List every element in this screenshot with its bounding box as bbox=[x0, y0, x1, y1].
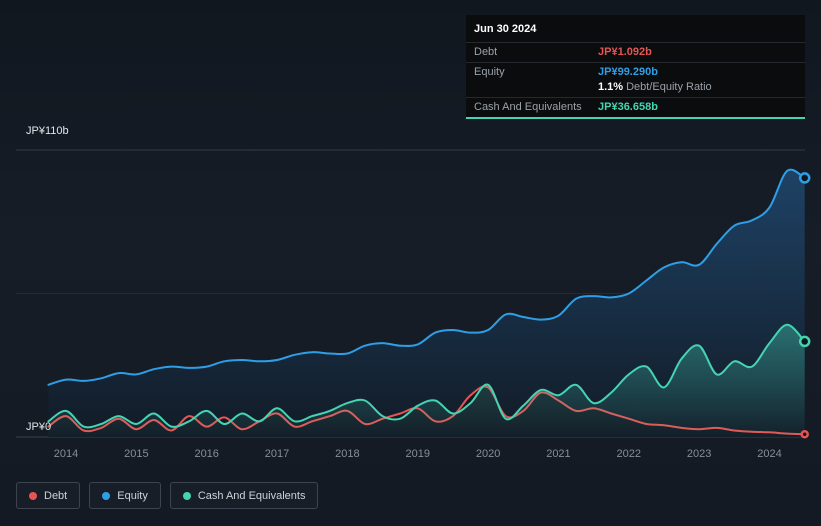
debt-dot-icon bbox=[29, 491, 37, 500]
x-axis-tick: 2024 bbox=[757, 448, 782, 460]
tooltip-date: Jun 30 2024 bbox=[474, 23, 537, 35]
tooltip: Jun 30 2024 Debt JP¥1.092b Equity JP¥99.… bbox=[466, 15, 805, 119]
tooltip-cash-value: JP¥36.658b bbox=[598, 101, 658, 113]
legend-item-debt[interactable]: Debt bbox=[16, 482, 81, 509]
tooltip-equity-label: Equity bbox=[474, 66, 505, 78]
y-axis-label-zero: JP¥0 bbox=[26, 421, 52, 433]
x-axis-tick: 2021 bbox=[546, 448, 571, 460]
tooltip-ratio-value: 1.1% bbox=[598, 81, 624, 93]
equity-endpoint-marker bbox=[798, 172, 811, 184]
legend-label-equity: Equity bbox=[117, 489, 148, 502]
x-axis-tick: 2022 bbox=[616, 448, 642, 460]
x-axis-tick: 2015 bbox=[124, 448, 149, 460]
tooltip-row-cash: Cash And Equivalents JP¥36.658b bbox=[466, 97, 805, 117]
cash-dot-icon bbox=[182, 491, 191, 500]
cash-and-equivalents-endpoint-marker bbox=[798, 335, 811, 348]
equity-dot-icon bbox=[102, 491, 111, 500]
tooltip-row-debt: Debt JP¥1.092b bbox=[466, 42, 805, 62]
legend-label-cash: Cash And Equivalents bbox=[197, 489, 306, 502]
x-axis-tick: 2018 bbox=[335, 448, 360, 460]
tooltip-ratio-text: Debt/Equity Ratio bbox=[626, 81, 712, 93]
x-axis-tick: 2020 bbox=[475, 448, 501, 460]
x-axis-tick: 2017 bbox=[264, 448, 290, 460]
legend-item-equity[interactable]: Equity bbox=[89, 482, 161, 509]
x-axis-tick: 2023 bbox=[686, 448, 712, 460]
tooltip-debt-label: Debt bbox=[474, 46, 498, 58]
tooltip-equity-value-group: JP¥99.290b 1.1% Debt/Equity Ratio bbox=[598, 65, 797, 95]
tooltip-debt-equity-ratio: 1.1% Debt/Equity Ratio bbox=[598, 80, 797, 95]
x-axis: 2014 2015 2016 2017 2018 2019 2020 2021 2022 2023… bbox=[0, 448, 821, 464]
legend-label-debt: Debt bbox=[44, 489, 68, 502]
tooltip-row-equity: Equity JP¥99.290b 1.1% Debt/Equity Ratio bbox=[466, 62, 805, 97]
x-axis-tick: 2019 bbox=[405, 448, 430, 460]
legend: Debt Equity Cash And Equivalents bbox=[16, 482, 319, 509]
tooltip-cash-label: Cash And Equivalents bbox=[474, 101, 582, 113]
legend-item-cash[interactable]: Cash And Equivalents bbox=[169, 482, 319, 509]
x-axis-tick: 2016 bbox=[194, 448, 219, 460]
x-axis-tick: 2014 bbox=[53, 448, 79, 460]
y-axis-label-top: JP¥110b bbox=[26, 125, 69, 137]
tooltip-equity-value: JP¥99.290b bbox=[598, 66, 658, 78]
debt-endpoint-marker bbox=[800, 429, 809, 439]
tooltip-debt-value: JP¥1.092b bbox=[598, 46, 652, 58]
